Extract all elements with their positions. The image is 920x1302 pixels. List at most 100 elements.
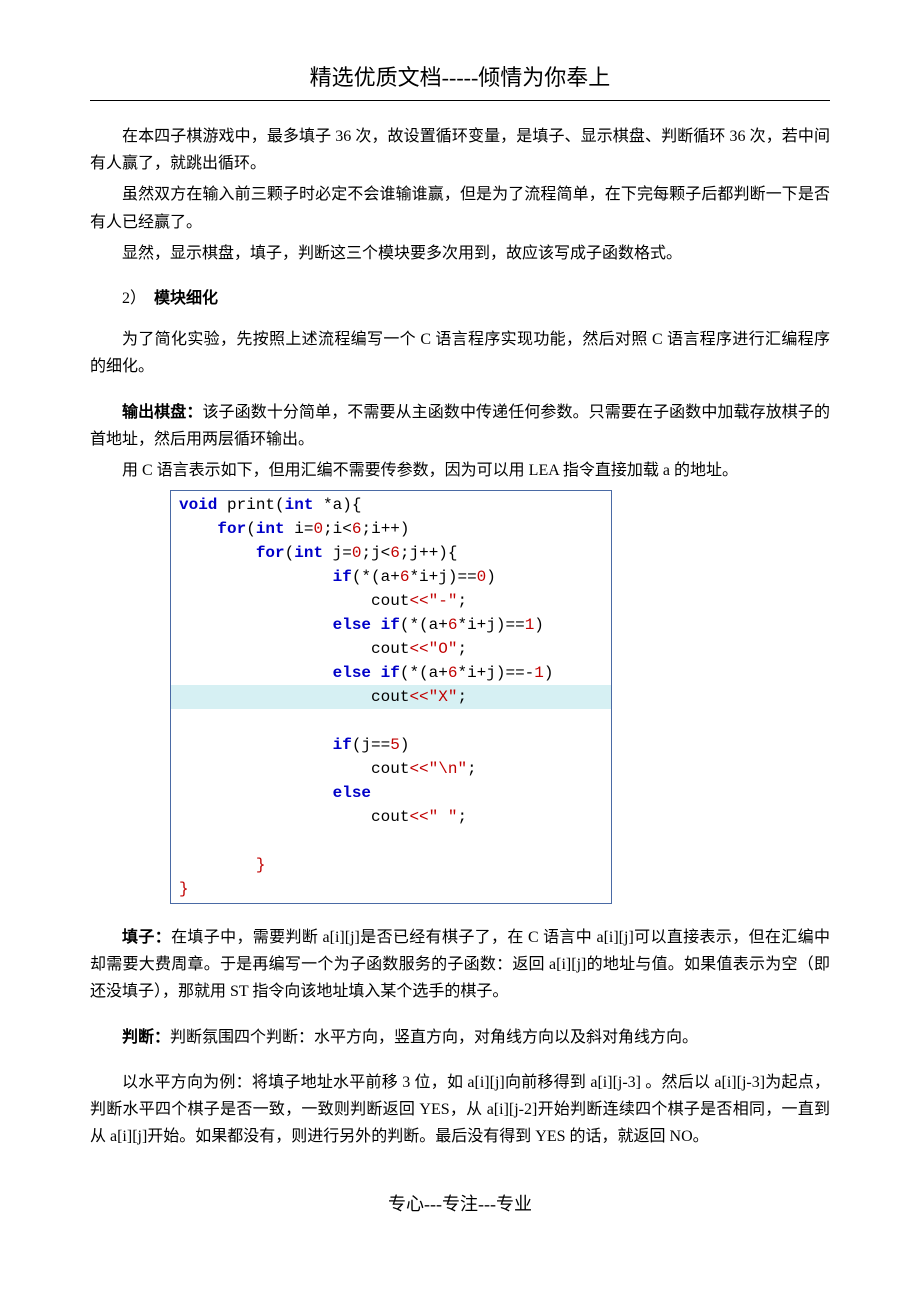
code-token: for	[256, 544, 285, 562]
paragraph: 填子：在填子中，需要判断 a[i][j]是否已经有棋子了，在 C 语言中 a[i…	[90, 924, 830, 1006]
section-heading: 2） 模块细化	[90, 285, 830, 312]
code-token: )	[486, 568, 496, 586]
header-divider	[90, 100, 830, 101]
code-line: cout<<"-";	[171, 589, 611, 613]
subheading-fill: 填子：	[122, 929, 171, 946]
code-token: ;	[457, 640, 467, 658]
paragraph: 显然，显示棋盘，填子，判断这三个模块要多次用到，故应该写成子函数格式。	[90, 240, 830, 267]
paragraph: 用 C 语言表示如下，但用汇编不需要传参数，因为可以用 LEA 指令直接加载 a…	[90, 457, 830, 484]
code-token	[179, 544, 256, 562]
code-token: <<	[409, 808, 428, 826]
code-token: (*(a+	[400, 664, 448, 682]
paragraph: 在本四子棋游戏中，最多填子 36 次，故设置循环变量，是填子、显示棋盘、判断循环…	[90, 123, 830, 177]
code-token: 6	[390, 544, 400, 562]
code-token: ;i++)	[361, 520, 409, 538]
code-token: ;	[467, 760, 477, 778]
paragraph-text: 在填子中，需要判断 a[i][j]是否已经有棋子了，在 C 语言中 a[i][j…	[90, 929, 830, 1000]
code-token: " "	[429, 808, 458, 826]
page-footer: 专心---专注---专业	[90, 1190, 830, 1216]
code-token: cout	[179, 640, 409, 658]
code-line: else	[171, 781, 611, 805]
code-token: cout	[179, 808, 409, 826]
code-line: else if(*(a+6*i+j)==1)	[171, 613, 611, 637]
code-token: ;j++){	[400, 544, 458, 562]
code-token: (*(a+	[400, 616, 448, 634]
code-token: 1	[525, 616, 535, 634]
code-token: print(	[217, 496, 284, 514]
code-line: cout<<" ";	[171, 805, 611, 829]
code-token: ;i<	[323, 520, 352, 538]
code-token: ;j<	[361, 544, 390, 562]
paragraph: 以水平方向为例：将填子地址水平前移 3 位，如 a[i][j]向前移得到 a[i…	[90, 1069, 830, 1151]
code-token	[179, 616, 333, 634]
section-title: 模块细化	[154, 290, 218, 307]
code-token: )	[544, 664, 554, 682]
code-token: 6	[400, 568, 410, 586]
code-line	[171, 709, 611, 733]
code-token: 0	[477, 568, 487, 586]
code-token: <<	[409, 688, 428, 706]
code-token	[179, 664, 333, 682]
code-line: if(*(a+6*i+j)==0)	[171, 565, 611, 589]
code-token	[179, 784, 333, 802]
code-token: *i+j)==	[409, 568, 476, 586]
code-token: "-"	[429, 592, 458, 610]
code-line-highlighted: cout<<"X";	[171, 685, 611, 709]
code-line: for(int j=0;j<6;j++){	[171, 541, 611, 565]
code-token: ;	[457, 688, 467, 706]
spacer	[90, 385, 830, 399]
code-token: "O"	[429, 640, 458, 658]
code-token: (j==	[352, 736, 390, 754]
code-token: else if	[333, 664, 400, 682]
code-token	[179, 736, 333, 754]
subheading-output-board: 输出棋盘：	[122, 404, 202, 421]
code-token: ;	[457, 808, 467, 826]
code-token: "X"	[429, 688, 458, 706]
code-line: void print(int *a){	[171, 493, 611, 517]
code-token: 1	[534, 664, 544, 682]
code-line: }	[171, 853, 611, 877]
code-token: *i+j)==	[457, 616, 524, 634]
code-token: for	[217, 520, 246, 538]
code-token: if	[333, 736, 352, 754]
code-token: 0	[313, 520, 323, 538]
code-token: if	[333, 568, 352, 586]
code-token: 5	[390, 736, 400, 754]
code-token: else if	[333, 616, 400, 634]
code-token: *i+j)==-	[457, 664, 534, 682]
paragraph: 为了简化实验，先按照上述流程编写一个 C 语言程序实现功能，然后对照 C 语言程…	[90, 326, 830, 380]
spacer	[90, 910, 830, 924]
code-token: "\n"	[429, 760, 467, 778]
code-token: void	[179, 496, 217, 514]
code-line	[171, 829, 611, 853]
code-line: else if(*(a+6*i+j)==-1)	[171, 661, 611, 685]
paragraph: 虽然双方在输入前三颗子时必定不会谁输谁赢，但是为了流程简单，在下完每颗子后都判断…	[90, 181, 830, 235]
code-token: int	[285, 496, 314, 514]
code-token: j=	[323, 544, 352, 562]
paragraph: 输出棋盘：该子函数十分简单，不需要从主函数中传递任何参数。只需要在子函数中加载存…	[90, 399, 830, 453]
code-token: cout	[179, 688, 409, 706]
code-token: else	[333, 784, 371, 802]
code-line: if(j==5)	[171, 733, 611, 757]
code-token: *a){	[313, 496, 361, 514]
document-page: 精选优质文档-----倾情为你奉上 在本四子棋游戏中，最多填子 36 次，故设置…	[0, 0, 920, 1256]
code-line: cout<<"O";	[171, 637, 611, 661]
code-token	[179, 568, 333, 586]
section-number: 2）	[122, 290, 146, 307]
code-block: void print(int *a){ for(int i=0;i<6;i++)…	[170, 490, 612, 904]
code-token: )	[400, 736, 410, 754]
code-token: <<	[409, 592, 428, 610]
code-token: cout	[179, 760, 409, 778]
paragraph: 判断：判断氛围四个判断：水平方向，竖直方向，对角线方向以及斜对角线方向。	[90, 1024, 830, 1051]
code-token: (*(a+	[352, 568, 400, 586]
code-token: }	[179, 856, 265, 874]
code-token: <<	[409, 760, 428, 778]
code-line: }	[171, 877, 611, 901]
paragraph-text: 判断氛围四个判断：水平方向，竖直方向，对角线方向以及斜对角线方向。	[170, 1029, 698, 1046]
code-token: (	[285, 544, 295, 562]
code-token: i=	[285, 520, 314, 538]
spacer	[90, 1055, 830, 1069]
code-token: <<	[409, 640, 428, 658]
spacer	[90, 1010, 830, 1024]
code-token	[179, 520, 217, 538]
